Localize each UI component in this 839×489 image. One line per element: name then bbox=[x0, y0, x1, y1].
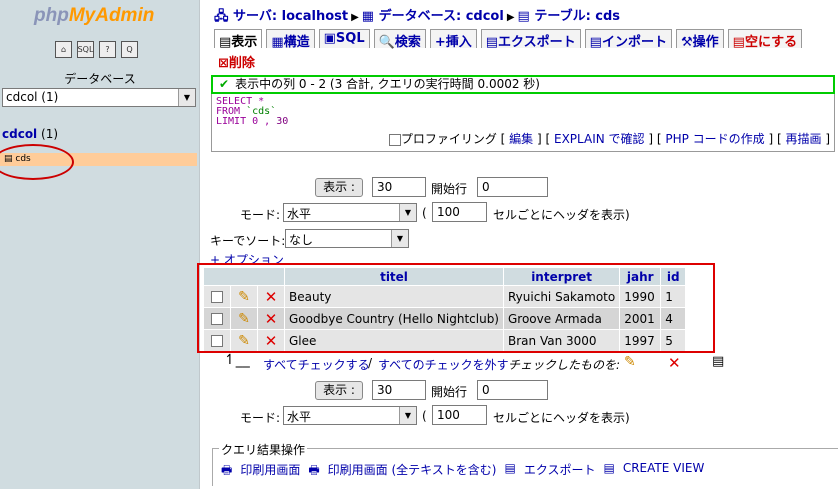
breadcrumb-table[interactable]: テーブル: cds bbox=[534, 9, 620, 24]
query-results-legend: クエリ結果操作 bbox=[219, 441, 308, 458]
print-link[interactable]: 印刷用画面 bbox=[240, 461, 300, 482]
row-checkbox[interactable] bbox=[211, 313, 223, 325]
tab-browse[interactable]: ▤表示 bbox=[214, 29, 263, 50]
print-full-link[interactable]: 印刷用画面 (全テキストを含む) bbox=[328, 461, 497, 482]
check-all-link[interactable]: すべてチェックする bbox=[263, 356, 370, 373]
export-icon: ▤ bbox=[504, 461, 516, 475]
php-code-link[interactable]: PHP コードの作成 bbox=[665, 132, 764, 146]
database-select[interactable]: cdcol (1) ▼ bbox=[2, 88, 196, 107]
sql-query-box: SELECT * FROM `cds` LIMIT 0 , 30 プロファイリン… bbox=[211, 94, 835, 152]
chevron-down-icon[interactable]: ▼ bbox=[178, 89, 195, 106]
tab-structure[interactable]: ▦構造 bbox=[266, 29, 315, 50]
uncheck-all-link[interactable]: すべてのチェックを外す bbox=[378, 356, 509, 373]
column-header-interpret[interactable]: interpret bbox=[504, 268, 620, 285]
export-link[interactable]: エクスポート bbox=[524, 461, 596, 482]
edit-icon[interactable]: ✎ bbox=[238, 289, 250, 305]
sql-query: SELECT * FROM `cds` LIMIT 0 , 30 bbox=[216, 96, 289, 127]
results-table: titel interpret jahr id ✎ ✕ Beauty Ryuic… bbox=[203, 267, 686, 352]
query-icon[interactable]: Q bbox=[121, 41, 138, 58]
start-row-input-bottom[interactable]: 0 bbox=[477, 380, 548, 400]
edit-link[interactable]: 編集 bbox=[509, 132, 533, 146]
tab-sql[interactable]: ▣SQL bbox=[318, 29, 370, 48]
breadcrumb-database[interactable]: データベース: cdcol bbox=[379, 9, 504, 24]
breadcrumb-server[interactable]: サーバ: localhost bbox=[233, 9, 348, 24]
tab-operations[interactable]: ⚒操作 bbox=[675, 29, 724, 50]
print-full-icon: 🖶 bbox=[308, 463, 320, 477]
sort-key-select[interactable]: なし ▼ bbox=[285, 229, 409, 248]
arrow-up-icon: ↿__ bbox=[224, 352, 250, 368]
profiling-checkbox[interactable] bbox=[388, 133, 401, 146]
show-button-bottom[interactable]: 表示 : bbox=[315, 381, 363, 400]
start-row-input[interactable]: 0 bbox=[477, 177, 548, 197]
main-panel: 🖧 サーバ: localhost ▶ ▦ データベース: cdcol ▶ ▤ テーブル:… bbox=[197, 0, 839, 489]
chevron-down-icon[interactable]: ▼ bbox=[391, 230, 408, 247]
table-row: ✎ ✕ Beauty Ryuichi Sakamoto 1990 1 bbox=[204, 286, 686, 307]
left-panel: phpMyAdmin ⌂ SQL ? Q データベース cdcol (1) ▼ c… bbox=[0, 0, 200, 489]
annotation-oval bbox=[0, 144, 74, 180]
tab-export[interactable]: ▤エクスポート bbox=[480, 29, 581, 50]
create-view-link[interactable]: CREATE VIEW bbox=[623, 461, 705, 482]
headers-every-input-bottom[interactable]: 100 bbox=[432, 405, 487, 425]
table-row: ✎ ✕ Goodbye Country (Hello Nightclub) Gr… bbox=[204, 308, 686, 329]
check-icon: ✔ bbox=[219, 77, 230, 91]
column-header-jahr[interactable]: jahr bbox=[620, 268, 661, 285]
edit-icon[interactable]: ✎ bbox=[238, 333, 250, 349]
delete-icon[interactable]: ✕ bbox=[265, 310, 278, 328]
headers-every-input[interactable]: 100 bbox=[432, 202, 487, 222]
tab-search[interactable]: 🔍検索 bbox=[373, 29, 426, 50]
database-label: データベース bbox=[64, 72, 136, 86]
table-icon: ▤ bbox=[517, 9, 530, 24]
refresh-link[interactable]: 再描画 bbox=[785, 132, 821, 146]
delete-icon: ⊠ bbox=[218, 56, 229, 71]
success-notice: ✔ 表示中の列 0 - 2 (3 合計, クエリの実行時間 0.0002 秒) bbox=[211, 75, 835, 94]
delete-tab[interactable]: ⊠削除 bbox=[218, 52, 255, 71]
rows-input[interactable]: 30 bbox=[372, 177, 426, 197]
breadcrumb: 🖧 サーバ: localhost ▶ ▦ データベース: cdcol ▶ ▤ テーブル:… bbox=[214, 9, 621, 24]
row-checkbox[interactable] bbox=[211, 335, 223, 347]
edit-icon[interactable]: ✎ bbox=[238, 311, 250, 327]
mode-select-bottom[interactable]: 水平 ▼ bbox=[283, 406, 417, 425]
server-icon: 🖧 bbox=[214, 9, 229, 24]
tab-insert[interactable]: +挿入 bbox=[429, 29, 477, 50]
explain-link[interactable]: EXPLAIN で確認 bbox=[554, 132, 645, 146]
home-icon[interactable]: ⌂ bbox=[55, 41, 72, 58]
mode-select[interactable]: 水平 ▼ bbox=[283, 203, 417, 222]
column-header-titel[interactable]: titel bbox=[285, 268, 503, 285]
print-icon: 🖶 bbox=[221, 463, 233, 477]
results-highlight: titel interpret jahr id ✎ ✕ Beauty Ryuic… bbox=[197, 263, 715, 353]
table-row: ✎ ✕ Glee Bran Van 3000 1997 5 bbox=[204, 330, 686, 351]
help-icon[interactable]: ? bbox=[99, 41, 116, 58]
export-selected-icon[interactable]: ▤ bbox=[712, 354, 724, 369]
database-name[interactable]: cdcol (1) bbox=[2, 127, 58, 141]
tab-bar: ▤表示 ▦構造 ▣SQL 🔍検索 +挿入 ▤エクスポート ▤インポート ⚒操作 … bbox=[214, 29, 803, 50]
rows-input-bottom[interactable]: 30 bbox=[372, 380, 426, 400]
show-button[interactable]: 表示 : bbox=[315, 178, 363, 197]
delete-icon[interactable]: ✕ bbox=[265, 288, 278, 306]
chevron-down-icon[interactable]: ▼ bbox=[399, 204, 416, 221]
delete-icon[interactable]: ✕ bbox=[265, 332, 278, 350]
query-results-operations: クエリ結果操作 🖶 印刷用画面 🖶 印刷用画面 (全テキストを含む) ▤ エクスポート… bbox=[212, 441, 838, 486]
column-header-id[interactable]: id bbox=[661, 268, 686, 285]
database-icon: ▦ bbox=[361, 9, 375, 24]
chevron-down-icon[interactable]: ▼ bbox=[399, 407, 416, 424]
tab-empty[interactable]: ▤空にする bbox=[727, 29, 803, 50]
sql-icon[interactable]: SQL bbox=[77, 41, 94, 58]
edit-selected-icon[interactable]: ✎ bbox=[624, 354, 636, 370]
row-checkbox[interactable] bbox=[211, 291, 223, 303]
phpmyadmin-logo[interactable]: phpMyAdmin bbox=[34, 5, 154, 27]
create-view-icon: ▤ bbox=[603, 461, 615, 475]
tab-import[interactable]: ▤インポート bbox=[584, 29, 672, 50]
delete-selected-icon[interactable]: ✕ bbox=[668, 354, 681, 372]
sql-links: プロファイリング [ 編集 ] [ EXPLAIN で確認 ] [ PHP コー… bbox=[388, 130, 830, 147]
